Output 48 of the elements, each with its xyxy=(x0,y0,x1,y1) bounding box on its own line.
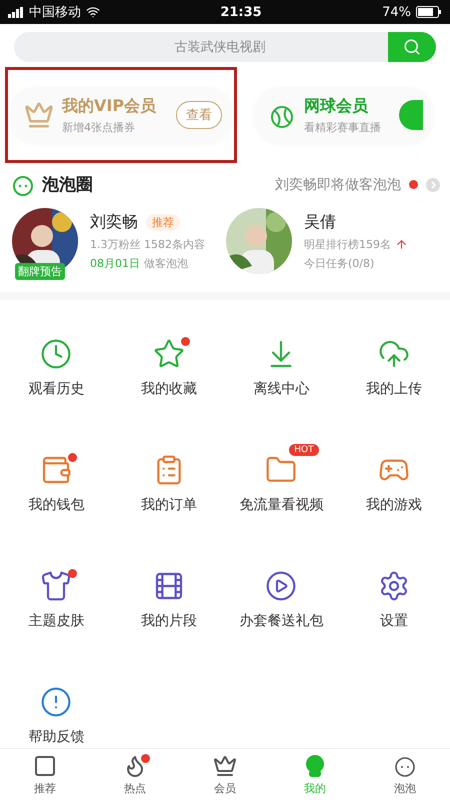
crown-icon xyxy=(24,100,54,130)
menu-item[interactable]: 我的上传 xyxy=(338,326,450,398)
battery-percent: 74% xyxy=(382,4,411,20)
star-info: 做客泡泡 xyxy=(144,256,188,270)
bubble-face-icon xyxy=(12,174,34,196)
menu-item[interactable]: HOT 免流量看视频 xyxy=(225,442,338,514)
tab[interactable]: 泡泡 xyxy=(360,749,450,800)
star-stats: 明星排行榜159名 xyxy=(304,236,391,252)
menu-item[interactable]: 我的游戏 xyxy=(338,442,450,514)
search-icon xyxy=(403,38,421,56)
menu-item[interactable]: 办套餐送礼包 xyxy=(225,558,338,630)
star-name[interactable]: 吴倩 xyxy=(304,212,336,232)
notice-text[interactable]: 刘奕畅即将做客泡泡 xyxy=(275,176,401,194)
signal-icon xyxy=(8,6,24,18)
clock-time: 21:35 xyxy=(220,4,262,20)
menu-item[interactable]: 观看历史 xyxy=(0,326,112,398)
menu-item[interactable]: 我的片段 xyxy=(112,558,225,630)
card-subtitle: 新增4张点播券 xyxy=(62,120,136,134)
star-stats: 1.3万粉丝 1582条内容 xyxy=(90,236,205,252)
wifi-icon xyxy=(86,5,100,19)
menu-item[interactable]: 离线中心 xyxy=(225,326,338,398)
hot-badge: HOT xyxy=(289,444,319,456)
search-button[interactable] xyxy=(388,32,436,62)
search-field[interactable]: 古装武侠电视剧 xyxy=(14,32,388,62)
menu-item[interactable]: 我的收藏 xyxy=(112,326,225,398)
menu-item[interactable]: 我的钱包 xyxy=(0,442,112,514)
chevron-icon[interactable] xyxy=(426,178,440,192)
tab[interactable]: 热点 xyxy=(90,749,180,800)
preview-badge: 翻牌预告 xyxy=(15,263,65,280)
card-subtitle: 看精彩赛事直播 xyxy=(304,120,382,134)
menu-item[interactable]: 我的订单 xyxy=(112,442,225,514)
star-info: 今日任务(0/8) xyxy=(304,256,374,270)
recommend-tag: 推荐 xyxy=(146,214,180,230)
menu-item[interactable]: 设置 xyxy=(338,558,450,630)
open-button[interactable] xyxy=(399,100,424,130)
crown-icon xyxy=(213,754,237,778)
tab[interactable]: 推荐 xyxy=(0,749,90,800)
menu-item[interactable]: 帮助反馈 xyxy=(0,674,112,746)
mascot-icon xyxy=(303,754,327,778)
carrier-name: 中国移动 xyxy=(29,4,81,21)
menu-item[interactable]: 主题皮肤 xyxy=(0,558,112,630)
card-title: 网球会员 xyxy=(304,96,370,116)
battery-icon xyxy=(416,6,442,18)
star-name[interactable]: 刘奕畅 xyxy=(90,212,138,232)
event-date: 08月01日 xyxy=(90,256,140,270)
tab[interactable]: 会员 xyxy=(180,749,270,800)
card-title: 我的VIP会员 xyxy=(62,96,156,116)
section-title: 泡泡圈 xyxy=(42,174,93,196)
